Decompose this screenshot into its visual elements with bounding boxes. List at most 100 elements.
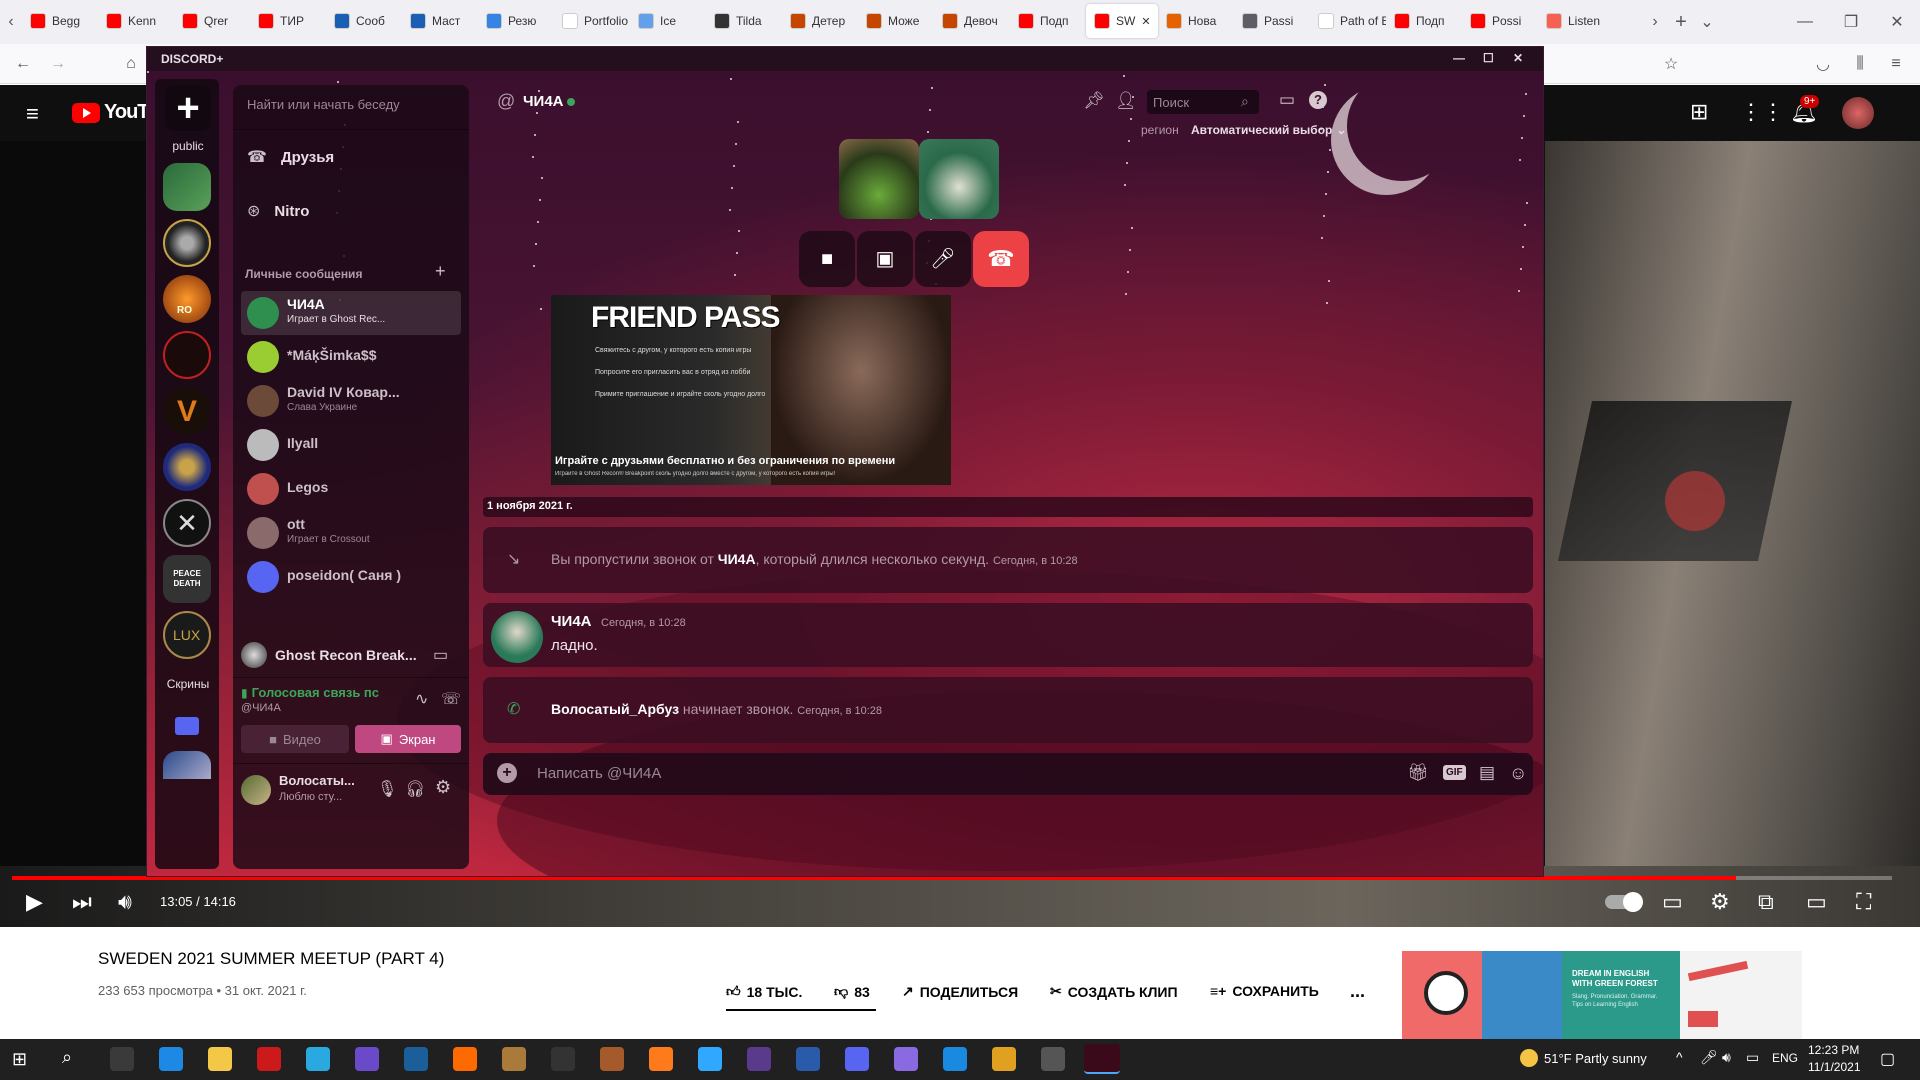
stream-icon[interactable]: ▭ [433, 645, 448, 665]
save-button[interactable]: ≡+ СОХРАНИТЬ [1210, 983, 1319, 999]
taskbar-app-icon[interactable] [306, 1047, 330, 1071]
deafen-headphones-icon[interactable]: 🎧︎ [405, 779, 425, 799]
help-icon[interactable]: ? [1309, 91, 1327, 109]
language-indicator[interactable]: ENG [1772, 1051, 1798, 1065]
server-screens-label[interactable]: Скрины [159, 677, 217, 691]
dm-list-item[interactable]: ott Играет в Crossout [241, 511, 461, 555]
sticker-icon[interactable]: ▤ [1479, 763, 1495, 783]
close-window-icon[interactable]: ✕ [1874, 9, 1920, 35]
share-button[interactable]: ↗ ПОДЕЛИТЬСЯ [902, 983, 1018, 1000]
more-actions-button[interactable]: ... [1350, 981, 1365, 1002]
server-icon-crown[interactable] [163, 443, 211, 491]
clock-time[interactable]: 12:23 PM [1808, 1043, 1859, 1057]
browser-tab[interactable]: Детер [782, 4, 858, 38]
server-icon-lux[interactable]: LUX [163, 611, 211, 659]
dislike-button[interactable]: 👎︎ 83 [834, 983, 870, 1000]
like-button[interactable]: 👍︎ 18 ТЫС. [726, 983, 802, 1000]
folder-icon[interactable] [175, 717, 199, 735]
play-icon[interactable]: ▶ [26, 889, 43, 915]
notification-center-icon[interactable]: ▢ [1880, 1049, 1895, 1069]
browser-tab[interactable]: Ice [630, 4, 706, 38]
video-button[interactable]: ■ Видео [241, 725, 349, 753]
gif-button[interactable]: GIF [1443, 765, 1466, 780]
discord-plus-logo[interactable]: + [165, 85, 211, 131]
browser-tab[interactable]: Kenn [98, 4, 174, 38]
theater-mode-icon[interactable]: ▭ [1806, 889, 1827, 915]
taskbar-app-icon[interactable] [600, 1047, 624, 1071]
browser-tab[interactable]: Possi [1462, 4, 1538, 38]
taskbar-app-icon[interactable] [502, 1047, 526, 1071]
server-icon-wolf[interactable] [163, 219, 211, 267]
discord-close-icon[interactable]: ✕ [1513, 51, 1523, 65]
volume-icon[interactable]: 🔊︎ [118, 889, 132, 915]
inbox-icon[interactable]: ▭ [1279, 90, 1295, 110]
share-screen-button[interactable]: ▣ [857, 231, 913, 287]
taskbar-app-icon[interactable] [355, 1047, 379, 1071]
tray-chevron-icon[interactable]: ^ [1676, 1049, 1683, 1065]
discord-minimize-icon[interactable]: — [1453, 51, 1465, 65]
account-avatar[interactable] [1842, 97, 1874, 129]
call-start-user[interactable]: Волосатый_Арбуз [551, 701, 679, 717]
browser-tab[interactable]: Подп [1010, 4, 1086, 38]
home-icon[interactable]: ⌂ [118, 51, 144, 77]
minimize-icon[interactable]: — [1782, 9, 1828, 35]
dm-list-item[interactable]: ЧИ4А Играет в Ghost Rec... [241, 291, 461, 335]
browser-tab[interactable]: Qrer [174, 4, 250, 38]
apps-grid-icon[interactable]: ⋮⋮ [1740, 99, 1784, 125]
browser-tab[interactable]: Може [858, 4, 934, 38]
new-tab-icon[interactable]: + [1668, 9, 1694, 35]
missed-call-user[interactable]: ЧИ4А [718, 551, 756, 567]
taskbar-app-icon[interactable] [551, 1047, 575, 1071]
hamburger-menu-icon[interactable]: ≡ [26, 101, 39, 127]
message-input-box[interactable]: + Написать @ЧИ4А 🎁︎ GIF ▤ ☺ [483, 753, 1533, 795]
taskbar-app-icon[interactable] [992, 1047, 1016, 1071]
emoji-icon[interactable]: ☺ [1509, 763, 1527, 784]
chat-search-input[interactable]: Поиск ⌕ [1147, 90, 1259, 114]
mic-tray-icon[interactable]: 🎤︎ [1700, 1049, 1718, 1066]
library-icon[interactable]: ⫼ [1847, 51, 1873, 77]
taskbar-app-icon[interactable] [649, 1047, 673, 1071]
dm-list-item[interactable]: Ilyall [241, 423, 461, 467]
attach-plus-icon[interactable]: + [497, 763, 517, 783]
taskbar-app-icon[interactable] [747, 1047, 771, 1071]
taskbar-app-icon[interactable] [698, 1047, 722, 1071]
browser-tab[interactable]: Path of B [1310, 4, 1386, 38]
browser-tab[interactable]: SW ✕ [1086, 4, 1158, 38]
taskbar-app-icon[interactable] [894, 1047, 918, 1071]
region-select[interactable]: Автоматический выбор ⌄ [1191, 123, 1346, 137]
friend-pass-image[interactable]: FRIEND PASS Свяжитесь с другом, у которо… [551, 295, 951, 485]
weather-icon[interactable] [1520, 1049, 1538, 1067]
dm-list-item[interactable]: *MáķŠimka$$ [241, 335, 461, 379]
browser-tab[interactable]: Portfolio [554, 4, 630, 38]
disconnect-icon[interactable]: ☏ [441, 689, 461, 709]
voice-status-text[interactable]: Голосовая связь пс [252, 685, 379, 700]
restore-icon[interactable]: ❐ [1828, 9, 1874, 35]
browser-tab[interactable]: Маст [402, 4, 478, 38]
server-icon-vampire[interactable] [163, 331, 211, 379]
browser-tab[interactable]: Tilda [706, 4, 782, 38]
server-icon-ro[interactable]: RO [163, 275, 211, 323]
taskbar-app-icon[interactable] [159, 1047, 183, 1071]
ad-banner[interactable]: DREAM IN ENGLISH WITH GREEN FOREST Slang… [1402, 951, 1802, 1041]
browser-tab[interactable]: Passi [1234, 4, 1310, 38]
call-participant-1[interactable] [839, 139, 919, 219]
speaker-tray-icon[interactable]: 🔊︎ [1722, 1049, 1731, 1066]
browser-tab[interactable]: Резю [478, 4, 554, 38]
browser-tab[interactable]: Подп [1386, 4, 1462, 38]
find-conversation-input[interactable]: Найти или начать беседу [247, 97, 457, 112]
taskbar-app-icon[interactable] [845, 1047, 869, 1071]
toggle-camera-button[interactable]: ■ [799, 231, 855, 287]
browser-tab[interactable]: Сооб [326, 4, 402, 38]
tab-close-icon[interactable]: ✕ [1141, 15, 1150, 28]
subtitles-icon[interactable]: ▭ [1662, 889, 1683, 915]
server-public-label[interactable]: public [163, 139, 213, 153]
message-author[interactable]: ЧИ4А [551, 613, 592, 630]
server-icon-peace-death[interactable]: PEACE DEATH [163, 555, 211, 603]
browser-tab[interactable]: Begg [22, 4, 98, 38]
clock-date[interactable]: 11/1/2021 [1808, 1060, 1861, 1074]
taskbar-app-icon[interactable] [110, 1047, 134, 1071]
user-settings-icon[interactable]: ⚙ [435, 777, 451, 798]
gift-icon[interactable]: 🎁︎ [1407, 763, 1429, 783]
next-icon[interactable]: ⏭︎ [72, 889, 92, 915]
pocket-icon[interactable]: ◡ [1810, 51, 1836, 77]
